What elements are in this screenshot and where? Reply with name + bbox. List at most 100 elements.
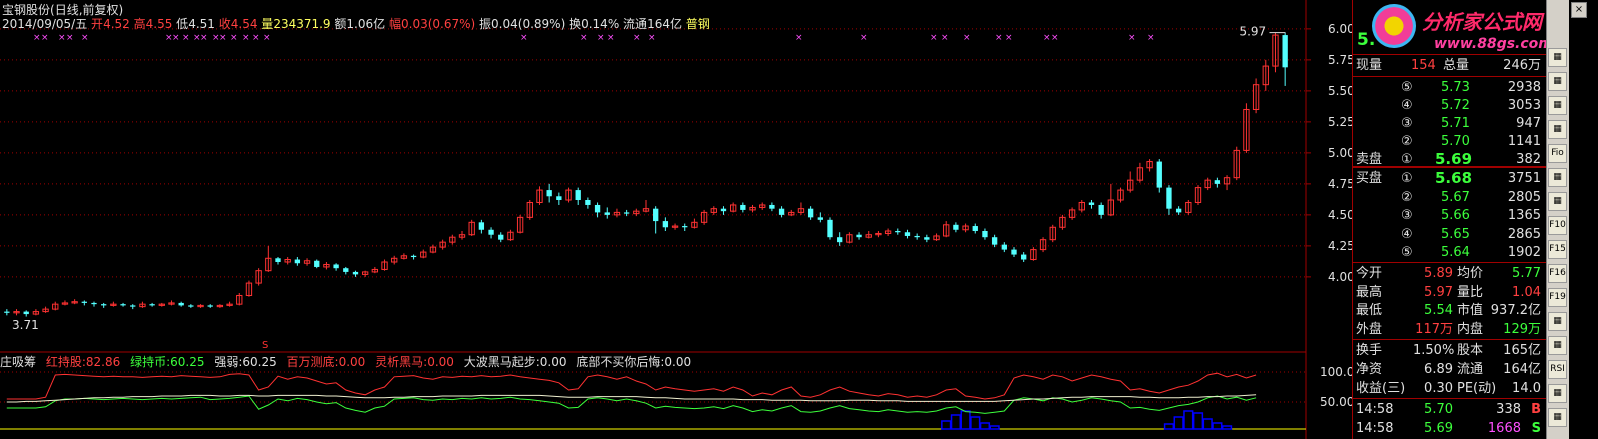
bid-level: ② — [1401, 189, 1413, 205]
signal-mark: × — [580, 33, 588, 43]
close-icon[interactable]: × — [1571, 2, 1587, 18]
bottom-label: 底部不买你后悔: — [576, 355, 665, 369]
toolbar-button[interactable]: ▦ — [1548, 336, 1567, 355]
period-label: (日线,前复权) — [50, 3, 124, 17]
signal-mark: × — [795, 33, 803, 43]
toolbar-button[interactable]: F16 — [1548, 264, 1567, 283]
close-value: 4.54 — [230, 17, 258, 31]
fin-row: 净资 6.89 流通 164亿 — [1353, 360, 1546, 379]
candle-body — [188, 305, 194, 307]
bid-level: ③ — [1401, 208, 1413, 223]
bid-price: 5.68 — [1435, 169, 1473, 187]
wave-value: 0.00 — [539, 355, 567, 369]
divider — [1353, 262, 1546, 263]
signal-mark: × — [172, 33, 180, 43]
ask-row: ③ 5.71 947 — [1353, 114, 1546, 133]
bid-row: ③ 5.66 1365 — [1353, 206, 1546, 225]
bid-price: 5.66 — [1441, 208, 1470, 223]
toolbar-button[interactable]: ▦ — [1548, 72, 1567, 91]
toolbar-button[interactable]: ▦ — [1548, 168, 1567, 187]
fin-label: 收益(三) — [1356, 381, 1406, 396]
signal-mark: × — [607, 33, 615, 43]
price-tick-label: 4.25 — [1328, 239, 1352, 253]
blue-signal-bar — [1221, 425, 1233, 430]
tick-side: B — [1531, 402, 1541, 417]
candle-body — [120, 304, 126, 306]
date-label: 2014/09/05/五 — [2, 17, 88, 31]
candle-body — [294, 259, 301, 264]
toolbar-button[interactable]: ▦ — [1548, 192, 1567, 211]
fin-label: 股本 — [1457, 343, 1484, 358]
blue-signal-bar — [1192, 412, 1204, 430]
indicator-header: 庄吸筹 红持股:82.86 绿持币:60.25 强弱:60.25 百万测底:0.… — [0, 355, 697, 369]
stat-label: 最低 — [1356, 303, 1383, 318]
candle-body — [81, 301, 87, 303]
stat-row: 今开 5.89 均价 5.77 — [1353, 264, 1546, 283]
kline-chart[interactable]: 6.00 5.75 5.50 5.25 5.00 4.75 4.50 4.25 4.00 5.97… — [0, 0, 1352, 439]
bid-price: 5.64 — [1441, 245, 1470, 260]
toolbar-button[interactable]: ▦ — [1548, 384, 1567, 403]
price-tick-label: 5.50 — [1328, 84, 1352, 98]
stat-label: 内盘 — [1457, 321, 1484, 337]
divider — [1353, 398, 1546, 399]
ask-volume: 1141 — [1507, 134, 1541, 149]
toolbar-button[interactable]: ▦ — [1548, 312, 1567, 331]
wave-label: 大波黑马起步: — [463, 355, 540, 369]
signal-mark: × — [33, 33, 41, 43]
bid-row: ⑤ 5.64 1902 — [1353, 243, 1546, 262]
blue-signal-bar — [950, 414, 962, 430]
candle-body — [682, 226, 688, 228]
stat-label: 今开 — [1356, 266, 1383, 281]
indicator-name[interactable]: 庄吸筹 — [0, 355, 36, 369]
stat-value: 5.89 — [1424, 266, 1453, 281]
candle-body — [585, 200, 591, 205]
signal-mark: × — [941, 33, 949, 43]
stat-row: 最高 5.97 量比 1.04 — [1353, 283, 1546, 302]
candle-body — [982, 231, 988, 238]
tick-row: 14:58 5.70 338 B — [1353, 400, 1546, 419]
ask-level: ④ — [1401, 98, 1413, 113]
toolbar-button[interactable]: ▦ — [1548, 408, 1567, 427]
ind-tick-label: 50.00 — [1320, 395, 1352, 409]
toolbar-button[interactable]: ▦ — [1548, 48, 1567, 67]
stat-value: 937.2亿 — [1490, 303, 1541, 318]
bid-volume: 2805 — [1507, 189, 1541, 205]
candle-body — [895, 231, 901, 233]
high-label: 高 — [133, 17, 146, 31]
candle-body — [662, 221, 669, 228]
signal-mark: × — [252, 33, 260, 43]
ask-price: 5.71 — [1441, 116, 1470, 131]
candle-body — [314, 260, 320, 267]
tick-price: 5.69 — [1424, 421, 1453, 436]
bid-level: ① — [1401, 171, 1413, 186]
signal-mark: × — [263, 33, 271, 43]
high-value: 4.55 — [145, 17, 173, 31]
candle-body — [740, 204, 746, 210]
chg-label: 幅 — [388, 17, 401, 31]
toolbar-button[interactable]: Fio — [1548, 144, 1567, 163]
signal-mark: × — [81, 33, 89, 43]
max-price-label: 5.97 — [1239, 25, 1266, 39]
candle-body — [556, 196, 562, 200]
turn-value: 0.14% — [581, 17, 620, 31]
red-label: 红持股: — [45, 355, 86, 369]
ask-price: 5.73 — [1441, 80, 1470, 95]
ask-level: ③ — [1401, 116, 1413, 131]
candle-body — [1001, 244, 1007, 250]
ask-volume: 2938 — [1507, 80, 1541, 95]
toolbar-button[interactable]: F15 — [1548, 240, 1567, 259]
toolbar-button[interactable]: ▦ — [1548, 120, 1567, 139]
signal-mark: × — [200, 33, 208, 43]
toolbar-button[interactable]: F19 — [1548, 288, 1567, 307]
candle-body — [333, 264, 339, 269]
candle-body — [837, 237, 843, 243]
candle-body — [207, 305, 213, 307]
candle-body — [1214, 180, 1221, 184]
candle-body — [594, 204, 601, 213]
ling-label: 灵析黑马: — [375, 355, 428, 369]
toolbar-button[interactable]: ▦ — [1548, 96, 1567, 115]
signal-mark: × — [1147, 33, 1155, 43]
toolbar-button[interactable]: RSI — [1548, 360, 1567, 379]
vol-label: 量 — [261, 17, 274, 31]
toolbar-button[interactable]: F10 — [1548, 216, 1567, 235]
